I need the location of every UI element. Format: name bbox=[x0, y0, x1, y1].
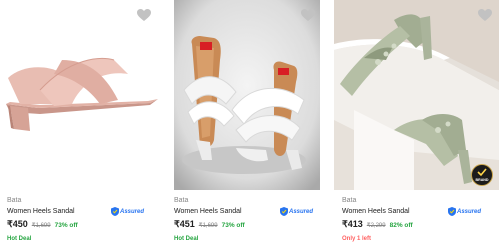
discount-percent: 82% off bbox=[389, 222, 413, 229]
heart-icon[interactable] bbox=[137, 9, 151, 22]
product-card[interactable]: Bata Women Heels Sandal Assured ₹451 ₹1,… bbox=[171, 0, 323, 244]
assured-label: Assured bbox=[289, 209, 314, 215]
product-brand: Bata bbox=[7, 197, 22, 204]
stock-tag: Only 1 left bbox=[342, 236, 372, 242]
product-image[interactable] bbox=[334, 0, 499, 190]
product-brand: Bata bbox=[342, 197, 357, 204]
price-row: ₹450 ₹1,699 73% off bbox=[7, 219, 78, 230]
discount-percent: 73% off bbox=[221, 222, 245, 229]
assured-badge: Assured bbox=[448, 207, 481, 217]
brand-badge-text: BRAND bbox=[476, 178, 489, 182]
green-sandal-image bbox=[334, 0, 499, 190]
selling-price: ₹451 bbox=[174, 219, 195, 229]
deal-tag: Hot Deal bbox=[7, 236, 32, 242]
pink-sandal-image bbox=[0, 0, 163, 190]
selling-price: ₹413 bbox=[342, 219, 363, 229]
product-card[interactable]: BRAND Bata Women Heels Sandal Assured ₹4… bbox=[333, 0, 500, 244]
original-price: ₹1,699 bbox=[31, 223, 51, 229]
brand-badge-icon: BRAND bbox=[471, 164, 493, 186]
assured-label: Assured bbox=[457, 209, 482, 215]
white-sandal-image bbox=[174, 0, 320, 190]
heart-icon[interactable] bbox=[301, 9, 315, 22]
original-price: ₹2,299 bbox=[366, 223, 386, 229]
discount-percent: 73% off bbox=[54, 222, 78, 229]
product-image[interactable] bbox=[174, 0, 320, 190]
assured-label: Assured bbox=[120, 209, 145, 215]
assured-badge: Assured bbox=[280, 207, 313, 217]
product-title[interactable]: Women Heels Sandal bbox=[174, 208, 242, 215]
product-brand: Bata bbox=[174, 197, 189, 204]
heart-icon[interactable] bbox=[478, 9, 492, 22]
assured-shield-icon bbox=[111, 203, 119, 221]
price-row: ₹413 ₹2,299 82% off bbox=[342, 219, 413, 230]
deal-tag: Hot Deal bbox=[174, 236, 199, 242]
product-grid: Bata Women Heels Sandal Assured ₹450 ₹1,… bbox=[0, 0, 500, 244]
price-row: ₹451 ₹1,699 73% off bbox=[174, 219, 245, 230]
selling-price: ₹450 bbox=[7, 219, 28, 229]
product-title[interactable]: Women Heels Sandal bbox=[342, 208, 410, 215]
original-price: ₹1,699 bbox=[198, 223, 218, 229]
assured-shield-icon bbox=[448, 203, 456, 221]
assured-shield-icon bbox=[280, 203, 288, 221]
assured-badge: Assured bbox=[111, 207, 144, 217]
product-image[interactable] bbox=[0, 0, 163, 190]
product-card[interactable]: Bata Women Heels Sandal Assured ₹450 ₹1,… bbox=[0, 0, 163, 244]
product-title[interactable]: Women Heels Sandal bbox=[7, 208, 75, 215]
